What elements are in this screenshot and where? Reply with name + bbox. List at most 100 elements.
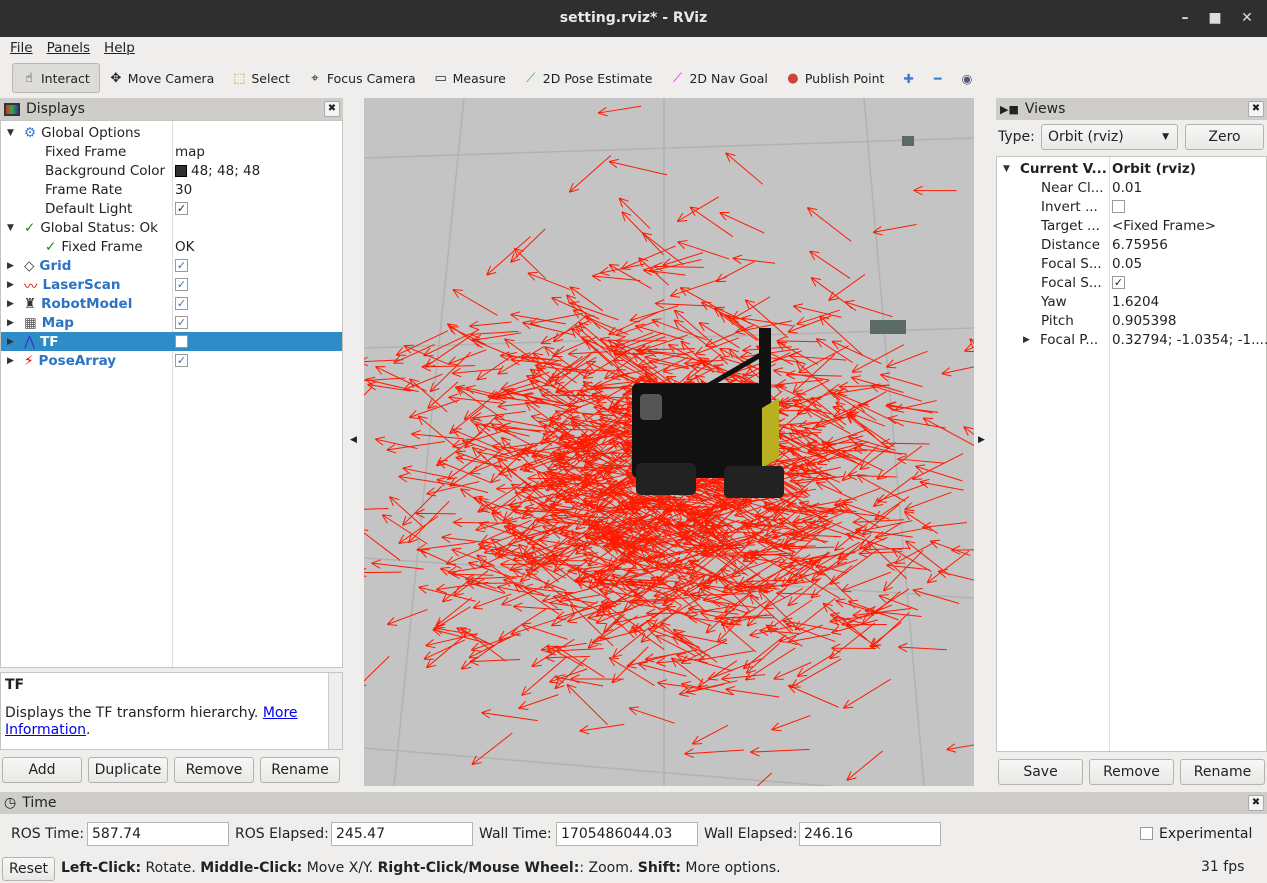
display-robotmodel[interactable]: ▶ ♜ RobotModel ✓ — [1, 294, 342, 313]
property-name: Background Color — [45, 162, 166, 179]
checkbox[interactable]: ✓ — [175, 202, 188, 215]
global-options[interactable]: ▼ ⚙ Global Options — [1, 123, 342, 142]
view-property-row[interactable]: ▶ Focal P... 0.32794; -1.0354; -1.... — [997, 330, 1267, 349]
tool-select[interactable]: ⬚ Select — [223, 63, 299, 93]
color-swatch[interactable] — [175, 164, 187, 177]
robot-part — [724, 466, 784, 498]
remove-tool-icon[interactable]: ━ — [924, 63, 952, 93]
collapsed-arrow-icon[interactable]: ▶ — [7, 337, 19, 347]
view-type-select[interactable]: Orbit (rviz) ▼ — [1041, 124, 1178, 150]
add-tool-icon[interactable]: ✚ — [893, 63, 923, 93]
description-title: TF — [5, 677, 25, 693]
property-row[interactable]: Default Light ✓ — [1, 199, 342, 218]
rename-button[interactable]: Rename — [260, 757, 340, 783]
expanded-arrow-icon[interactable]: ▼ — [1003, 164, 1015, 174]
tool-measure[interactable]: ▭ Measure — [425, 63, 515, 93]
checkbox[interactable]: ✓ — [175, 354, 188, 367]
view-property-row[interactable]: Target ... <Fixed Frame> — [997, 216, 1266, 235]
zero-button[interactable]: Zero — [1185, 124, 1264, 150]
collapsed-arrow-icon[interactable]: ▶ — [7, 280, 19, 290]
view-property-row[interactable]: Invert ... — [997, 197, 1266, 216]
ros-elapsed-field[interactable]: 245.47 — [331, 822, 473, 846]
wall-time-field[interactable]: 1705486044.03 — [556, 822, 698, 846]
collapsed-arrow-icon[interactable]: ▶ — [7, 356, 19, 366]
tool-move-camera[interactable]: ✥ Move Camera — [100, 63, 224, 93]
collapsed-arrow-icon[interactable]: ▶ — [7, 261, 19, 271]
close-panel-button[interactable]: ✖ — [324, 101, 340, 117]
tool-label: Interact — [41, 70, 90, 86]
current-view[interactable]: ▼ Current V... Orbit (rviz) — [997, 159, 1266, 178]
property-row[interactable]: Background Color 48; 48; 48 — [1, 161, 342, 180]
close-panel-button[interactable]: ✖ — [1248, 101, 1264, 117]
close-panel-button[interactable]: ✖ — [1248, 795, 1264, 811]
rename-view-button[interactable]: Rename — [1180, 759, 1265, 785]
wall-elapsed-field[interactable]: 246.16 — [799, 822, 941, 846]
display-posearray[interactable]: ▶ ⚡ PoseArray ✓ — [1, 351, 342, 370]
remove-button[interactable]: Remove — [174, 757, 254, 783]
expanded-arrow-icon[interactable]: ▼ — [7, 128, 19, 138]
save-button[interactable]: Save — [998, 759, 1083, 785]
tf-icon: ⋀ — [24, 333, 36, 350]
view-property-row[interactable]: Near Cl... 0.01 — [997, 178, 1266, 197]
display-tf[interactable]: ▶ ⋀ TF — [1, 332, 342, 351]
status-fixed-frame[interactable]: ✓ Fixed Frame OK — [1, 237, 342, 256]
close-button[interactable]: ✕ — [1232, 0, 1262, 37]
monitor-icon — [4, 102, 20, 116]
collapsed-arrow-icon[interactable]: ▶ — [1023, 335, 1035, 345]
collapse-right-arrow-icon[interactable]: ▶ — [978, 435, 985, 445]
reset-button[interactable]: Reset — [2, 857, 55, 881]
view-property-row[interactable]: Focal S... 0.05 — [997, 254, 1266, 273]
property-name: Default Light — [45, 200, 133, 217]
maximize-button[interactable]: ■ — [1200, 0, 1230, 37]
collapse-left-arrow-icon[interactable]: ◀ — [350, 435, 357, 445]
tool-publish-point[interactable]: ● Publish Point — [777, 63, 894, 93]
menu-file[interactable]: File — [10, 37, 33, 60]
type-label: Type: — [998, 129, 1035, 145]
information-link[interactable]: Information — [5, 722, 86, 738]
tool-2d-pose-estimate[interactable]: ⟋ 2D Pose Estimate — [515, 63, 662, 93]
collapsed-arrow-icon[interactable]: ▶ — [7, 318, 19, 328]
time-header: ◷ Time ✖ — [0, 792, 1267, 814]
tool-interact[interactable]: ☝ Interact — [12, 63, 100, 93]
checkbox[interactable]: ✓ — [175, 316, 188, 329]
display-laserscan[interactable]: ▶ 〰 LaserScan ✓ — [1, 275, 342, 295]
view-property-row[interactable]: Yaw 1.6204 — [997, 292, 1266, 311]
description-box: TF Displays the TF transform hierarchy. … — [0, 672, 343, 750]
ruler-icon: ▭ — [434, 70, 447, 86]
check-icon: ✓ — [24, 219, 36, 236]
view-property-row[interactable]: Distance 6.75956 — [997, 235, 1266, 254]
more-info-link[interactable]: More — [263, 705, 298, 721]
display-map[interactable]: ▶ ▦ Map ✓ — [1, 313, 342, 332]
display-grid[interactable]: ▶ ◇ Grid ✓ — [1, 256, 342, 275]
menu-help[interactable]: Help — [104, 37, 135, 60]
view-property-row[interactable]: Pitch 0.905398 — [997, 311, 1266, 330]
ros-time-field[interactable]: 587.74 — [87, 822, 229, 846]
3d-viewport[interactable] — [364, 98, 974, 786]
experimental-checkbox[interactable] — [1140, 827, 1153, 840]
collapsed-arrow-icon[interactable]: ▶ — [7, 299, 19, 309]
checkbox[interactable] — [175, 335, 188, 348]
duplicate-button[interactable]: Duplicate — [88, 757, 168, 783]
tool-label: Publish Point — [804, 70, 885, 86]
property-row[interactable]: Fixed Frame map — [1, 142, 342, 161]
expanded-arrow-icon[interactable]: ▼ — [7, 223, 19, 233]
checkbox[interactable]: ✓ — [1112, 276, 1125, 289]
wall-time-label: Wall Time: — [479, 826, 552, 842]
scrollbar[interactable] — [328, 673, 342, 749]
property-value: OK — [175, 238, 195, 255]
minimize-button[interactable]: – — [1170, 0, 1200, 37]
menu-panels[interactable]: Panels — [47, 37, 90, 60]
checkbox[interactable] — [1112, 200, 1125, 213]
checkbox[interactable]: ✓ — [175, 278, 188, 291]
tool-2d-nav-goal[interactable]: ⟋ 2D Nav Goal — [661, 63, 776, 93]
property-row[interactable]: Frame Rate 30 — [1, 180, 342, 199]
checkbox[interactable]: ✓ — [175, 259, 188, 272]
property-value: map — [175, 143, 205, 160]
global-status[interactable]: ▼ ✓ Global Status: Ok — [1, 218, 342, 237]
view-property-row[interactable]: Focal S... ✓ — [997, 273, 1266, 292]
view-eye-icon[interactable]: ◉ — [951, 63, 982, 93]
remove-view-button[interactable]: Remove — [1089, 759, 1174, 785]
checkbox[interactable]: ✓ — [175, 297, 188, 310]
add-button[interactable]: Add — [2, 757, 82, 783]
tool-focus-camera[interactable]: ⌖ Focus Camera — [299, 63, 425, 93]
